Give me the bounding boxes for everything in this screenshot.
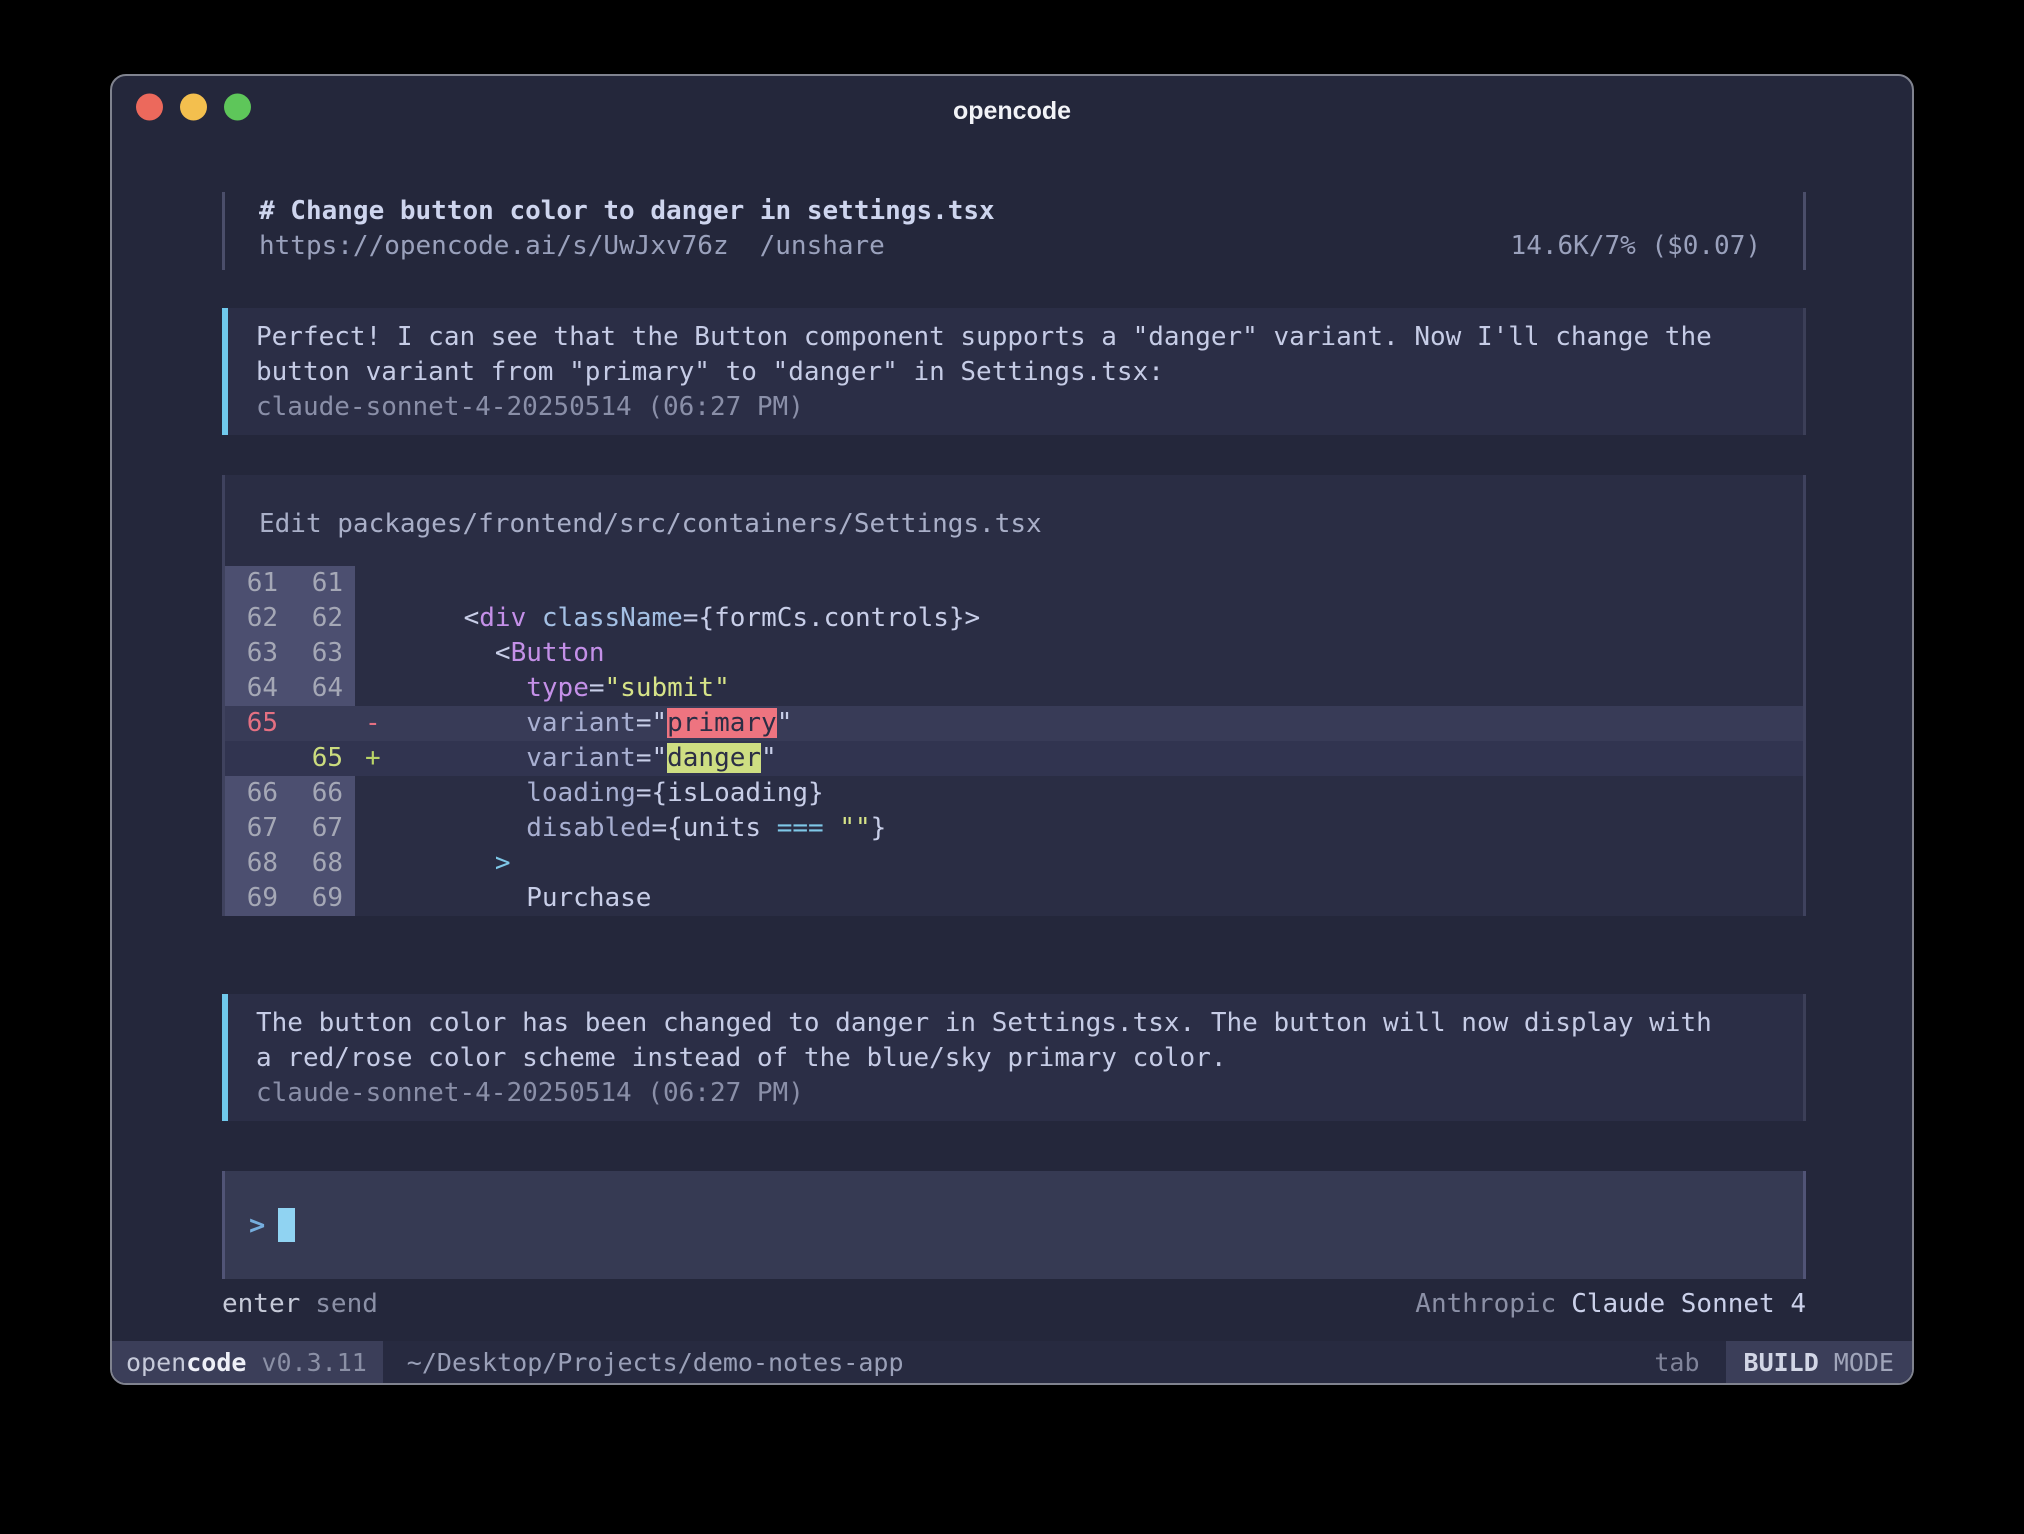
app-name-bold: code	[186, 1348, 246, 1377]
provider-label: Anthropic	[1415, 1289, 1556, 1319]
traffic-lights	[136, 94, 251, 121]
message-text: a red/rose color scheme instead of the b…	[256, 1041, 1775, 1076]
diff-row: 6969 Purchase	[225, 881, 1803, 916]
edit-tool-card: Edit packages/frontend/src/containers/Se…	[222, 475, 1806, 916]
diff-row: 65+ variant="danger"	[225, 741, 1803, 776]
working-directory: ~/Desktop/Projects/demo-notes-app	[407, 1341, 904, 1383]
diff-row: 6666 loading={isLoading}	[225, 776, 1803, 811]
minimize-window-button[interactable]	[180, 94, 207, 121]
diff-row: 6363 <Button	[225, 636, 1803, 671]
app-version-chip: opencode v0.3.11	[112, 1341, 383, 1383]
message-text: The button color has been changed to dan…	[256, 1006, 1775, 1041]
session-subheader: https://opencode.ai/s/UwJxv76z /unshare …	[259, 229, 1761, 264]
opencode-window: opencode # Change button color to danger…	[110, 74, 1914, 1385]
desktop-background: opencode # Change button color to danger…	[0, 0, 2024, 1534]
mode-name: BUILD	[1744, 1348, 1819, 1377]
mode-suffix: MODE	[1834, 1348, 1894, 1377]
zoom-window-button[interactable]	[224, 94, 251, 121]
input-footer: enter send Anthropic Claude Sonnet 4	[222, 1287, 1806, 1322]
enter-key-label: enter	[222, 1289, 300, 1319]
message-text: button variant from "primary" to "danger…	[256, 355, 1775, 390]
window-titlebar: opencode	[112, 76, 1912, 138]
window-title: opencode	[953, 97, 1071, 126]
share-url[interactable]: https://opencode.ai/s/UwJxv76z	[259, 229, 729, 264]
tab-key-hint[interactable]: tab	[1654, 1341, 1699, 1383]
model-name-label: Claude Sonnet 4	[1571, 1289, 1806, 1319]
app-version: v0.3.11	[261, 1348, 366, 1377]
session-header: # Change button color to danger in setti…	[222, 192, 1806, 270]
tool-title: Edit packages/frontend/src/containers/Se…	[259, 507, 1803, 542]
assistant-message: The button color has been changed to dan…	[222, 994, 1806, 1121]
assistant-message: Perfect! I can see that the Button compo…	[222, 308, 1806, 435]
close-window-button[interactable]	[136, 94, 163, 121]
app-name-regular: open	[126, 1348, 186, 1377]
model-indicator: Anthropic Claude Sonnet 4	[1415, 1287, 1806, 1322]
send-action-label: send	[315, 1289, 378, 1319]
diff-row: 6868 >	[225, 846, 1803, 881]
status-bar-spacer	[904, 1341, 1655, 1383]
message-model-timestamp: claude-sonnet-4-20250514 (06:27 PM)	[256, 1076, 1775, 1111]
message-text: Perfect! I can see that the Button compo…	[256, 320, 1775, 355]
diff-row: 6464 type="submit"	[225, 671, 1803, 706]
diff-view: 61616262 <div className={formCs.controls…	[225, 566, 1803, 916]
text-cursor	[278, 1208, 295, 1242]
build-mode-chip: BUILD MODE	[1726, 1341, 1912, 1383]
session-title: # Change button color to danger in setti…	[259, 194, 1761, 229]
unshare-command: /unshare	[760, 229, 885, 264]
diff-row: 6161	[225, 566, 1803, 601]
context-stats: 14.6K/7% ($0.07)	[1511, 229, 1761, 264]
diff-row: 6767 disabled={units === ""}	[225, 811, 1803, 846]
send-hint: enter send	[222, 1287, 378, 1322]
diff-row: 65- variant="primary"	[225, 706, 1803, 741]
message-model-timestamp: claude-sonnet-4-20250514 (06:27 PM)	[256, 390, 1775, 425]
status-bar: opencode v0.3.11 ~/Desktop/Projects/demo-…	[112, 1341, 1912, 1383]
diff-row: 6262 <div className={formCs.controls}>	[225, 601, 1803, 636]
prompt-symbol: >	[249, 1210, 265, 1241]
prompt-input[interactable]: >	[222, 1171, 1806, 1279]
session-content: # Change button color to danger in setti…	[222, 192, 1806, 1322]
